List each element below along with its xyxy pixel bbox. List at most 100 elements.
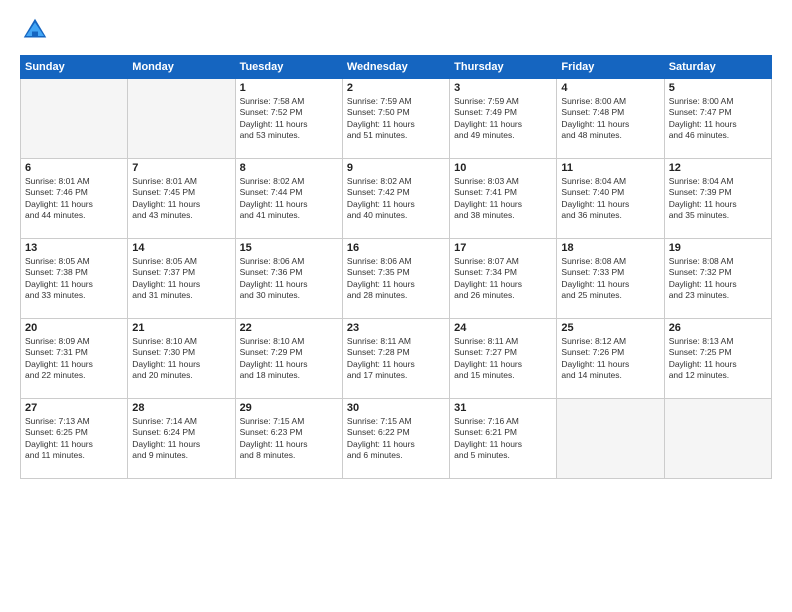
cell-info: Sunrise: 8:08 AM Sunset: 7:32 PM Dayligh… xyxy=(669,256,767,302)
cell-info: Sunrise: 8:08 AM Sunset: 7:33 PM Dayligh… xyxy=(561,256,659,302)
cell-info: Sunrise: 7:59 AM Sunset: 7:50 PM Dayligh… xyxy=(347,96,445,142)
calendar-cell: 11Sunrise: 8:04 AM Sunset: 7:40 PM Dayli… xyxy=(557,159,664,239)
calendar-body: 1 Sunrise: 7:58 AM Sunset: 7:52 PM Daylig… xyxy=(21,79,772,479)
calendar-cell: 23Sunrise: 8:11 AM Sunset: 7:28 PM Dayli… xyxy=(342,319,449,399)
day-number: 15 xyxy=(240,242,338,254)
day-number: 29 xyxy=(240,402,338,414)
calendar-cell: 2Sunrise: 7:59 AM Sunset: 7:50 PM Daylig… xyxy=(342,79,449,159)
calendar-cell: 28 Sunrise: 7:14 AM Sunset: 6:24 PM Dayli… xyxy=(128,399,235,479)
day-number: 7 xyxy=(132,162,230,174)
cell-info: Sunrise: 8:02 AM Sunset: 7:44 PM Dayligh… xyxy=(240,176,338,222)
day-number: 22 xyxy=(240,322,338,334)
calendar-cell: 9 Sunrise: 8:02 AM Sunset: 7:42 PM Daylig… xyxy=(342,159,449,239)
week-row-4: 20Sunrise: 8:09 AM Sunset: 7:31 PM Dayli… xyxy=(21,319,772,399)
calendar-cell xyxy=(128,79,235,159)
header-day-sunday: Sunday xyxy=(21,56,128,79)
cell-info: Sunrise: 8:07 AM Sunset: 7:34 PM Dayligh… xyxy=(454,256,552,302)
calendar-cell: 17 Sunrise: 8:07 AM Sunset: 7:34 PM Dayli… xyxy=(450,239,557,319)
week-row-5: 27 Sunrise: 7:13 AM Sunset: 6:25 PM Dayli… xyxy=(21,399,772,479)
cell-info: Sunrise: 7:58 AM Sunset: 7:52 PM Dayligh… xyxy=(240,96,338,142)
day-number: 25 xyxy=(561,322,659,334)
logo-icon xyxy=(20,15,50,45)
calendar-cell: 27 Sunrise: 7:13 AM Sunset: 6:25 PM Dayli… xyxy=(21,399,128,479)
calendar-cell: 30 Sunrise: 7:15 AM Sunset: 6:22 PM Dayli… xyxy=(342,399,449,479)
day-number: 8 xyxy=(240,162,338,174)
cell-info: Sunrise: 8:12 AM Sunset: 7:26 PM Dayligh… xyxy=(561,336,659,382)
logo xyxy=(20,15,54,45)
calendar-cell: 26Sunrise: 8:13 AM Sunset: 7:25 PM Dayli… xyxy=(664,319,771,399)
cell-info: Sunrise: 8:03 AM Sunset: 7:41 PM Dayligh… xyxy=(454,176,552,222)
calendar-cell: 15 Sunrise: 8:06 AM Sunset: 7:36 PM Dayli… xyxy=(235,239,342,319)
day-number: 13 xyxy=(25,242,123,254)
day-number: 10 xyxy=(454,162,552,174)
calendar-cell: 20Sunrise: 8:09 AM Sunset: 7:31 PM Dayli… xyxy=(21,319,128,399)
week-row-1: 1 Sunrise: 7:58 AM Sunset: 7:52 PM Daylig… xyxy=(21,79,772,159)
calendar-cell: 18 Sunrise: 8:08 AM Sunset: 7:33 PM Dayli… xyxy=(557,239,664,319)
day-number: 18 xyxy=(561,242,659,254)
cell-info: Sunrise: 7:14 AM Sunset: 6:24 PM Dayligh… xyxy=(132,416,230,462)
calendar-cell: 4 Sunrise: 8:00 AM Sunset: 7:48 PM Daylig… xyxy=(557,79,664,159)
calendar-cell: 31 Sunrise: 7:16 AM Sunset: 6:21 PM Dayli… xyxy=(450,399,557,479)
day-number: 30 xyxy=(347,402,445,414)
week-row-3: 13 Sunrise: 8:05 AM Sunset: 7:38 PM Dayli… xyxy=(21,239,772,319)
header xyxy=(20,15,772,45)
cell-info: Sunrise: 8:01 AM Sunset: 7:45 PM Dayligh… xyxy=(132,176,230,222)
cell-info: Sunrise: 8:04 AM Sunset: 7:39 PM Dayligh… xyxy=(669,176,767,222)
day-number: 31 xyxy=(454,402,552,414)
day-number: 9 xyxy=(347,162,445,174)
cell-info: Sunrise: 7:13 AM Sunset: 6:25 PM Dayligh… xyxy=(25,416,123,462)
calendar-cell xyxy=(664,399,771,479)
day-number: 1 xyxy=(240,82,338,94)
cell-info: Sunrise: 8:06 AM Sunset: 7:35 PM Dayligh… xyxy=(347,256,445,302)
cell-info: Sunrise: 8:00 AM Sunset: 7:48 PM Dayligh… xyxy=(561,96,659,142)
cell-info: Sunrise: 8:06 AM Sunset: 7:36 PM Dayligh… xyxy=(240,256,338,302)
calendar-cell: 16 Sunrise: 8:06 AM Sunset: 7:35 PM Dayli… xyxy=(342,239,449,319)
day-number: 12 xyxy=(669,162,767,174)
week-row-2: 6Sunrise: 8:01 AM Sunset: 7:46 PM Daylig… xyxy=(21,159,772,239)
cell-info: Sunrise: 8:02 AM Sunset: 7:42 PM Dayligh… xyxy=(347,176,445,222)
cell-info: Sunrise: 8:01 AM Sunset: 7:46 PM Dayligh… xyxy=(25,176,123,222)
cell-info: Sunrise: 8:10 AM Sunset: 7:30 PM Dayligh… xyxy=(132,336,230,382)
header-day-tuesday: Tuesday xyxy=(235,56,342,79)
day-number: 24 xyxy=(454,322,552,334)
day-number: 5 xyxy=(669,82,767,94)
cell-info: Sunrise: 7:15 AM Sunset: 6:23 PM Dayligh… xyxy=(240,416,338,462)
day-number: 3 xyxy=(454,82,552,94)
day-number: 26 xyxy=(669,322,767,334)
day-number: 23 xyxy=(347,322,445,334)
calendar-header: SundayMondayTuesdayWednesdayThursdayFrid… xyxy=(21,56,772,79)
header-day-saturday: Saturday xyxy=(664,56,771,79)
calendar-cell xyxy=(557,399,664,479)
cell-info: Sunrise: 7:16 AM Sunset: 6:21 PM Dayligh… xyxy=(454,416,552,462)
calendar-cell: 14Sunrise: 8:05 AM Sunset: 7:37 PM Dayli… xyxy=(128,239,235,319)
cell-info: Sunrise: 8:10 AM Sunset: 7:29 PM Dayligh… xyxy=(240,336,338,382)
calendar-cell: 25 Sunrise: 8:12 AM Sunset: 7:26 PM Dayli… xyxy=(557,319,664,399)
header-day-monday: Monday xyxy=(128,56,235,79)
calendar-cell: 24 Sunrise: 8:11 AM Sunset: 7:27 PM Dayli… xyxy=(450,319,557,399)
cell-info: Sunrise: 8:04 AM Sunset: 7:40 PM Dayligh… xyxy=(561,176,659,222)
calendar-cell: 12 Sunrise: 8:04 AM Sunset: 7:39 PM Dayli… xyxy=(664,159,771,239)
day-number: 27 xyxy=(25,402,123,414)
day-number: 19 xyxy=(669,242,767,254)
calendar-cell: 19 Sunrise: 8:08 AM Sunset: 7:32 PM Dayli… xyxy=(664,239,771,319)
day-number: 17 xyxy=(454,242,552,254)
calendar-table: SundayMondayTuesdayWednesdayThursdayFrid… xyxy=(20,55,772,479)
header-row: SundayMondayTuesdayWednesdayThursdayFrid… xyxy=(21,56,772,79)
day-number: 4 xyxy=(561,82,659,94)
calendar-cell: 10 Sunrise: 8:03 AM Sunset: 7:41 PM Dayli… xyxy=(450,159,557,239)
cell-info: Sunrise: 8:09 AM Sunset: 7:31 PM Dayligh… xyxy=(25,336,123,382)
header-day-friday: Friday xyxy=(557,56,664,79)
calendar-cell xyxy=(21,79,128,159)
calendar-cell: 22 Sunrise: 8:10 AM Sunset: 7:29 PM Dayli… xyxy=(235,319,342,399)
day-number: 28 xyxy=(132,402,230,414)
calendar-cell: 1 Sunrise: 7:58 AM Sunset: 7:52 PM Daylig… xyxy=(235,79,342,159)
cell-info: Sunrise: 7:59 AM Sunset: 7:49 PM Dayligh… xyxy=(454,96,552,142)
cell-info: Sunrise: 8:05 AM Sunset: 7:38 PM Dayligh… xyxy=(25,256,123,302)
calendar-cell: 5Sunrise: 8:00 AM Sunset: 7:47 PM Daylig… xyxy=(664,79,771,159)
calendar-cell: 8 Sunrise: 8:02 AM Sunset: 7:44 PM Daylig… xyxy=(235,159,342,239)
cell-info: Sunrise: 7:15 AM Sunset: 6:22 PM Dayligh… xyxy=(347,416,445,462)
calendar-cell: 21Sunrise: 8:10 AM Sunset: 7:30 PM Dayli… xyxy=(128,319,235,399)
day-number: 16 xyxy=(347,242,445,254)
calendar-cell: 13 Sunrise: 8:05 AM Sunset: 7:38 PM Dayli… xyxy=(21,239,128,319)
cell-info: Sunrise: 8:11 AM Sunset: 7:27 PM Dayligh… xyxy=(454,336,552,382)
